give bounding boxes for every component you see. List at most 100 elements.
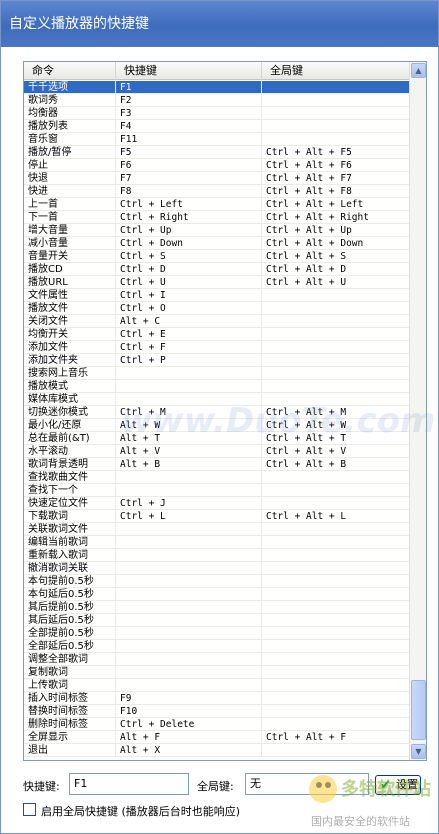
hotkey-cell: Alt + W — [116, 419, 262, 431]
table-row[interactable]: 歌词秀 F2 — [24, 94, 410, 107]
command-cell: 总在最前(&T) — [24, 432, 116, 444]
table-row[interactable]: 全屏显示 Alt + F Ctrl + Alt + F — [24, 731, 410, 744]
hotkey-cell: Alt + V — [116, 445, 262, 457]
list-header: 命令 快捷键 全局键 — [24, 62, 410, 80]
global-key-cell — [262, 81, 410, 93]
hotkey-cell — [116, 640, 262, 652]
table-row[interactable]: 上传歌词 — [24, 679, 410, 692]
table-row[interactable]: 均衡开关 Ctrl + E — [24, 328, 410, 341]
global-key-cell — [262, 471, 410, 483]
table-row[interactable]: 重新载入歌词 — [24, 549, 410, 562]
table-row[interactable]: 添加文件 Ctrl + F — [24, 341, 410, 354]
command-cell: 播放URL — [24, 276, 116, 288]
hotkey-cell — [116, 471, 262, 483]
shortcut-list[interactable]: 命令 快捷键 全局键 千千选项 F1 歌词秀 F2 均衡器 F3 播放列表 F4 音乐窗 F11 播… — [23, 61, 427, 761]
scroll-down-icon[interactable]: ▼ — [411, 744, 426, 759]
hotkey-cell: F9 — [116, 692, 262, 704]
column-header-command[interactable]: 命令 — [24, 62, 116, 80]
table-row[interactable]: 复制歌词 — [24, 666, 410, 679]
table-row[interactable]: 全部提前0.5秒 — [24, 627, 410, 640]
table-row[interactable]: 下一首 Ctrl + Right Ctrl + Alt + Right — [24, 211, 410, 224]
global-key-cell — [262, 497, 410, 509]
set-button[interactable]: ✔ 设置 — [375, 775, 421, 795]
table-row[interactable]: 上一首 Ctrl + Left Ctrl + Alt + Left — [24, 198, 410, 211]
hotkey-cell — [116, 523, 262, 535]
table-row[interactable]: 播放/暂停 F5 Ctrl + Alt + F5 — [24, 146, 410, 159]
table-row[interactable]: 退出 Alt + X — [24, 744, 410, 757]
table-row[interactable]: 下载歌词 Ctrl + L Ctrl + Alt + L — [24, 510, 410, 523]
table-row[interactable]: 关闭文件 Alt + C — [24, 315, 410, 328]
table-row[interactable]: 歌词背景透明 Alt + B Ctrl + Alt + B — [24, 458, 410, 471]
table-row[interactable]: 其后提前0.5秒 — [24, 601, 410, 614]
global-key-cell — [262, 341, 410, 353]
hotkey-cell: Ctrl + U — [116, 276, 262, 288]
table-row[interactable]: 最小化/还原 Alt + W Ctrl + Alt + W — [24, 419, 410, 432]
column-header-hotkey[interactable]: 快捷键 — [116, 62, 262, 80]
table-row[interactable]: 减小音量 Ctrl + Down Ctrl + Alt + Down — [24, 237, 410, 250]
table-row[interactable]: 播放模式 — [24, 380, 410, 393]
column-header-global-key[interactable]: 全局键 — [262, 62, 410, 80]
table-row[interactable]: 总在最前(&T) Alt + T Ctrl + Alt + T — [24, 432, 410, 445]
command-cell: 音乐窗 — [24, 133, 116, 145]
global-key-cell — [262, 588, 410, 600]
table-row[interactable]: 删除时间标签 Ctrl + Delete — [24, 718, 410, 731]
hotkey-cell: Ctrl + S — [116, 250, 262, 262]
table-row[interactable]: 本句提前0.5秒 — [24, 575, 410, 588]
table-row[interactable]: 停止 F6 Ctrl + Alt + F6 — [24, 159, 410, 172]
table-row[interactable]: 播放URL Ctrl + U Ctrl + Alt + U — [24, 276, 410, 289]
command-cell: 下一首 — [24, 211, 116, 223]
command-cell: 快退 — [24, 172, 116, 184]
global-key-cell: Ctrl + Alt + B — [266, 459, 347, 470]
enable-global-checkbox[interactable] — [23, 803, 36, 816]
table-row[interactable]: 其后延后0.5秒 — [24, 614, 410, 627]
global-key-input[interactable]: 无 — [245, 773, 369, 795]
scroll-thumb[interactable] — [411, 680, 426, 740]
global-key-cell — [262, 367, 410, 379]
table-row[interactable]: 搜索网上音乐 — [24, 367, 410, 380]
global-key-cell: Ctrl + Alt + W — [266, 420, 347, 431]
table-row[interactable]: 插入时间标签 F9 — [24, 692, 410, 705]
table-row[interactable]: 增大音量 Ctrl + Up Ctrl + Alt + Up — [24, 224, 410, 237]
table-row[interactable]: 快进 F8 Ctrl + Alt + F8 — [24, 185, 410, 198]
command-cell: 编辑当前歌词 — [24, 536, 116, 548]
hotkey-cell: F2 — [116, 94, 262, 106]
table-row[interactable]: 文件属性 Ctrl + I — [24, 289, 410, 302]
table-row[interactable]: 音乐窗 F11 — [24, 133, 410, 146]
enable-global-label[interactable]: 启用全局快捷键 (播放器后台时也能响应) — [41, 803, 240, 819]
global-key-cell: Ctrl + Alt + Down — [266, 238, 364, 249]
table-row[interactable]: 播放CD Ctrl + D Ctrl + Alt + D — [24, 263, 410, 276]
table-row[interactable]: 撤消歌词关联 — [24, 562, 410, 575]
global-key-cell — [262, 627, 410, 639]
table-row[interactable]: 全部延后0.5秒 — [24, 640, 410, 653]
table-row[interactable]: 快退 F7 Ctrl + Alt + F7 — [24, 172, 410, 185]
scroll-up-icon[interactable]: ▲ — [411, 63, 426, 78]
table-row[interactable]: 音量开关 Ctrl + S Ctrl + Alt + S — [24, 250, 410, 263]
table-row[interactable]: 替换时间标签 F10 — [24, 705, 410, 718]
vertical-scrollbar[interactable]: ▲ ▼ — [409, 62, 426, 760]
global-key-cell — [262, 328, 410, 340]
table-row[interactable]: 播放文件 Ctrl + O — [24, 302, 410, 315]
table-row[interactable]: 快速定位文件 Ctrl + J — [24, 497, 410, 510]
hotkey-cell: Ctrl + D — [116, 263, 262, 275]
table-row[interactable]: 本句延后0.5秒 — [24, 588, 410, 601]
global-key-cell: Ctrl + Alt + F — [266, 732, 347, 743]
table-row[interactable]: 播放列表 F4 — [24, 120, 410, 133]
global-key-cell — [262, 653, 410, 665]
table-row[interactable]: 调整全部歌词 — [24, 653, 410, 666]
table-row[interactable]: 添加文件夹 Ctrl + P — [24, 354, 410, 367]
table-row[interactable]: 均衡器 F3 — [24, 107, 410, 120]
table-row[interactable]: 水平滚动 Alt + V Ctrl + Alt + V — [24, 445, 410, 458]
table-row[interactable]: 千千选项 F1 — [24, 81, 410, 94]
hotkey-cell: Ctrl + P — [116, 354, 262, 366]
command-cell: 停止 — [24, 159, 116, 171]
table-row[interactable]: 查找歌曲文件 — [24, 471, 410, 484]
table-row[interactable]: 切换迷你模式 Ctrl + M Ctrl + Alt + M — [24, 406, 410, 419]
table-row[interactable]: 媒体库模式 — [24, 393, 410, 406]
global-key-cell: Ctrl + Alt + Left — [266, 199, 364, 210]
table-row[interactable]: 编辑当前歌词 — [24, 536, 410, 549]
table-row[interactable]: 关联歌词文件 — [24, 523, 410, 536]
global-key-cell: Ctrl + Alt + L — [266, 511, 347, 522]
hotkey-input[interactable]: F1 — [69, 773, 189, 795]
command-cell: 其后延后0.5秒 — [24, 614, 116, 626]
table-row[interactable]: 查找下一个 — [24, 484, 410, 497]
